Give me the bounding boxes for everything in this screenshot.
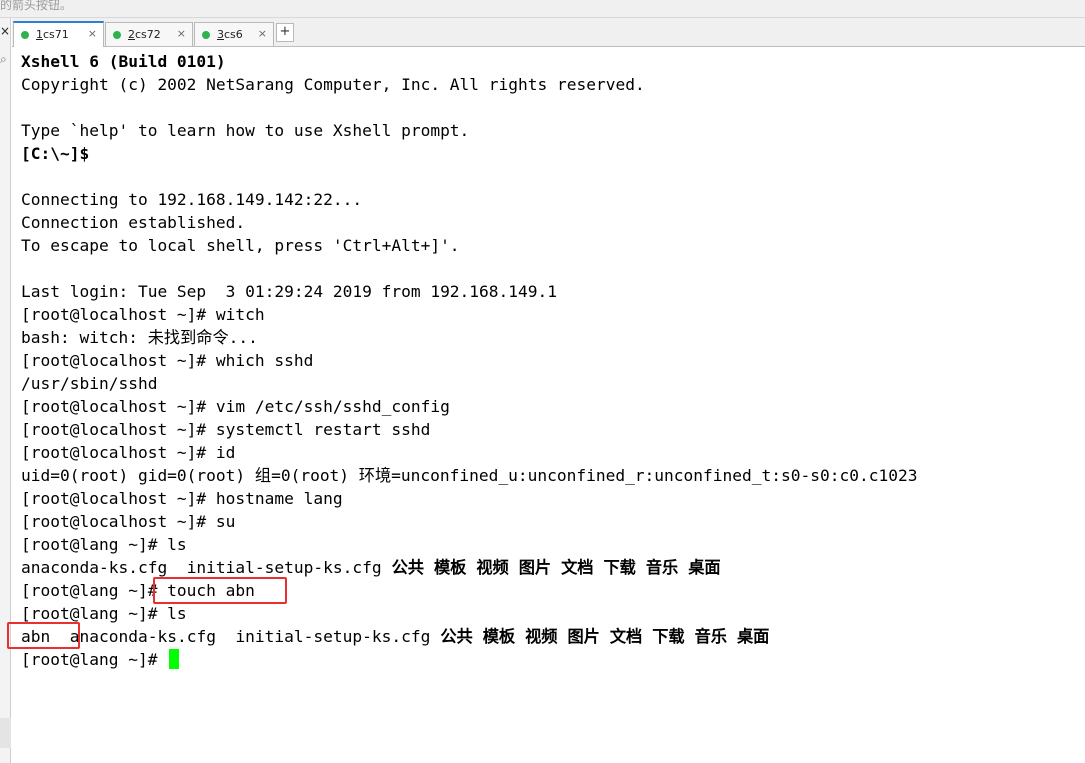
dir-name: 视频 [525,627,558,646]
terminal-line: Last login: Tue Sep 3 01:29:24 2019 from… [21,282,558,301]
dot-icon [21,31,29,39]
dir-name: 下载 [603,558,636,577]
terminal-line: [root@localhost ~]# which sshd [21,351,314,370]
tab-number: 1 [36,28,43,41]
dir-name: 公共 [440,627,473,646]
left-panel: × ⌕ [0,18,11,763]
dot-icon [202,31,210,39]
dir-name: 音乐 [694,627,727,646]
tab-label: cs71 [43,28,69,41]
prompt-text: [root@lang ~]# [21,650,168,669]
dir-name: 图片 [518,558,552,577]
tab-cs72[interactable]: 2 cs72 × [105,22,193,46]
terminal-line: [root@localhost ~]# vim /etc/ssh/sshd_co… [21,397,450,416]
dir-name: 桌面 [688,558,721,577]
hint-text: 的箭头按钮。 [0,0,73,12]
close-icon[interactable]: × [258,27,267,40]
ls-output-line: abn anaconda-ks.cfg initial-setup-ks.cfg… [21,625,769,648]
tab-label: cs6 [224,28,243,41]
file-name: initial-setup-ks.cfg [186,558,382,577]
dir-name: 下载 [652,627,685,646]
tab-label: cs72 [135,28,161,41]
search-icon[interactable]: ⌕ [0,53,7,65]
terminal-line: Connection established. [21,213,246,232]
terminal-line: bash: witch: 未找到命令... [21,328,258,347]
tab-cs71[interactable]: 1 cs71 × [13,21,104,47]
terminal-line: [root@localhost ~]# systemctl restart ss… [21,420,431,439]
terminal-line: [root@localhost ~]# witch [21,305,265,324]
top-strip: 的箭头按钮。 [0,0,1085,18]
dir-name: 视频 [476,558,509,577]
dir-name: 模板 [482,627,516,646]
annotation-box-touch [153,577,287,604]
close-icon[interactable]: × [0,25,10,37]
tab-cs6[interactable]: 3 cs6 × [194,22,274,46]
close-icon[interactable]: × [88,27,97,40]
plus-icon[interactable]: + [276,23,294,42]
terminal-line: [root@localhost ~]# hostname lang [21,489,343,508]
dir-name: 模板 [433,558,467,577]
terminal-line: [root@localhost ~]# id [21,443,236,462]
file-name: initial-setup-ks.cfg [235,627,431,646]
terminal-line: To escape to local shell, press 'Ctrl+Al… [21,236,460,255]
close-icon[interactable]: × [177,27,186,40]
dot-icon [113,31,121,39]
terminal-line: uid=0(root) gid=0(root) 组=0(root) 环境=unc… [21,466,918,485]
terminal-line: Xshell 6 (Build 0101) [21,52,226,71]
dir-name: 文档 [561,558,594,577]
dir-name: 公共 [391,558,424,577]
session-tab-bar: 1 cs71 × 2 cs72 × 3 cs6 × + [12,18,1085,47]
terminal-prompt-line: [root@lang ~]# [21,648,180,671]
dir-name: 图片 [567,627,600,646]
terminal-output[interactable]: Xshell 6 (Build 0101) Copyright (c) 2002… [12,48,1085,763]
terminal-line: [root@localhost ~]# su [21,512,236,531]
ls-output-line: anaconda-ks.cfg initial-setup-ks.cfg 公共 模板… [21,556,721,579]
terminal-line: Copyright (c) 2002 NetSarang Computer, I… [21,75,645,94]
dir-name: 音乐 [645,558,679,577]
terminal-cursor [169,649,180,669]
terminal-line: Connecting to 192.168.149.142:22... [21,190,363,209]
terminal-line: [root@lang ~]# ls [21,535,187,554]
dir-name: 桌面 [736,627,770,646]
dir-name: 文档 [609,627,643,646]
terminal-line: Type `help' to learn how to use Xshell p… [21,121,470,140]
terminal-line: [C:\~]$ [21,144,90,163]
tab-number: 3 [217,28,224,41]
annotation-box-abn [7,622,80,649]
tab-number: 2 [128,28,135,41]
left-panel-block [0,718,11,748]
file-name: anaconda-ks.cfg [21,558,168,577]
terminal-line: /usr/sbin/sshd [21,374,158,393]
file-name: anaconda-ks.cfg [69,627,216,646]
